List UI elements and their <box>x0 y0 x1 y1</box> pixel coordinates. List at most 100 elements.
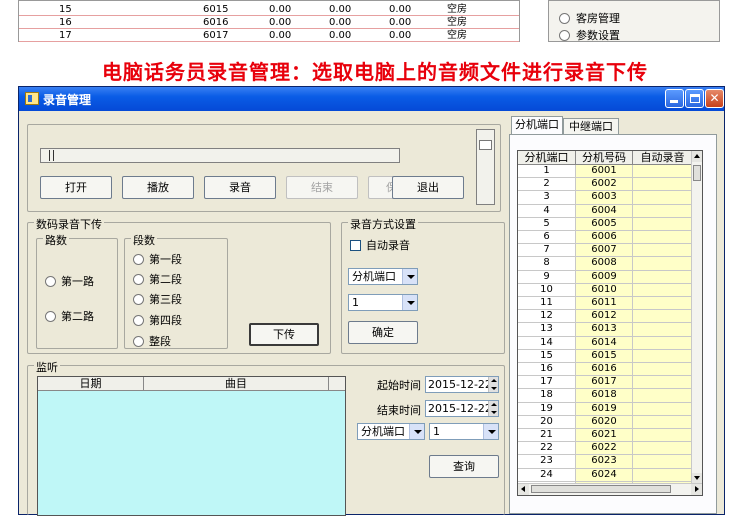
auto-record-cell[interactable] <box>633 297 693 311</box>
auto-record-cell[interactable] <box>633 178 693 192</box>
record-button[interactable]: 录音 <box>204 176 276 199</box>
auto-record-cell[interactable] <box>633 283 693 297</box>
room-management-option[interactable]: 客房管理 <box>559 10 620 26</box>
ports-table-horizontal-scrollbar[interactable] <box>518 483 702 495</box>
track-column-header[interactable]: 曲目 <box>144 377 329 390</box>
auto-record-cell[interactable] <box>633 468 693 482</box>
window-titlebar[interactable]: 录音管理 ✕ <box>19 87 724 111</box>
auto-record-cell[interactable] <box>633 244 693 258</box>
table-row[interactable]: 22 6022 <box>518 442 693 456</box>
progress-slider[interactable] <box>40 148 400 163</box>
line-1-radio[interactable] <box>45 275 56 287</box>
scroll-thumb[interactable] <box>693 165 701 181</box>
table-row[interactable]: 12 6012 <box>518 310 693 324</box>
auto-record-cell[interactable] <box>633 231 693 245</box>
open-button[interactable]: 打开 <box>40 176 112 199</box>
line-2-option[interactable]: 第二路 <box>45 308 94 324</box>
extension-ports-table[interactable]: 分机端口 分机号码 自动录音 1 6001 2 6002 3 6003 4 6004 5 6005… <box>517 150 703 496</box>
table-row[interactable]: 9 6009 <box>518 270 693 284</box>
segment-3-radio[interactable] <box>133 293 144 305</box>
date-column-header[interactable]: 日期 <box>38 377 144 390</box>
record-port-select[interactable]: 分机端口 <box>348 268 418 285</box>
tab-extension-ports[interactable]: 分机端口 <box>511 116 563 136</box>
table-row[interactable]: 13 6013 <box>518 323 693 337</box>
auto-record-column-header[interactable]: 自动录音 <box>633 151 693 164</box>
segment-1-option[interactable]: 第一段 <box>133 251 182 267</box>
auto-record-cell[interactable] <box>633 165 693 179</box>
auto-record-cell[interactable] <box>633 415 693 429</box>
spin-updown-icon[interactable] <box>488 377 498 392</box>
table-row[interactable]: 21 6021 <box>518 429 693 443</box>
monitor-list[interactable]: 日期 曲目 <box>37 376 346 516</box>
auto-record-cell[interactable] <box>633 191 693 205</box>
auto-record-cell[interactable] <box>633 363 693 377</box>
start-time-picker[interactable]: 2015-12-22 <box>425 376 499 393</box>
ports-table-vertical-scrollbar[interactable] <box>691 151 702 484</box>
volume-slider[interactable] <box>476 129 495 205</box>
segment-2-option[interactable]: 第二段 <box>133 271 182 287</box>
table-row[interactable]: 6 6006 <box>518 231 693 245</box>
segment-whole-radio[interactable] <box>133 335 144 347</box>
segment-3-option[interactable]: 第三段 <box>133 291 182 307</box>
table-row[interactable]: 10 6010 <box>518 283 693 297</box>
segment-1-radio[interactable] <box>133 253 144 265</box>
auto-record-cell[interactable] <box>633 204 693 218</box>
end-button[interactable]: 结束 <box>286 176 358 199</box>
auto-record-cell[interactable] <box>633 402 693 416</box>
auto-record-cell[interactable] <box>633 257 693 271</box>
table-row[interactable]: 16 6016 <box>518 363 693 377</box>
chevron-down-icon[interactable] <box>402 269 417 284</box>
chevron-down-icon[interactable] <box>409 424 424 439</box>
table-row[interactable]: 17 6017 <box>518 376 693 390</box>
exit-button[interactable]: 退出 <box>392 176 464 199</box>
scroll-up-icon[interactable] <box>692 151 702 162</box>
table-row[interactable]: 18 6018 <box>518 389 693 403</box>
table-row[interactable]: 23 6023 <box>518 455 693 469</box>
number-column-header[interactable]: 分机号码 <box>576 151 633 164</box>
auto-record-cell[interactable] <box>633 270 693 284</box>
auto-record-cell[interactable] <box>633 442 693 456</box>
progress-slider-thumb[interactable] <box>49 150 54 161</box>
spin-updown-icon[interactable] <box>488 401 498 416</box>
volume-slider-thumb[interactable] <box>479 140 492 150</box>
monitor-number-select[interactable]: 1 <box>429 423 499 440</box>
monitor-port-select[interactable]: 分机端口 <box>357 423 425 440</box>
auto-record-cell[interactable] <box>633 389 693 403</box>
table-row[interactable]: 19 6019 <box>518 402 693 416</box>
table-row[interactable]: 1 6001 <box>518 165 693 179</box>
scroll-right-icon[interactable] <box>691 484 702 495</box>
auto-record-cell[interactable] <box>633 310 693 324</box>
download-button[interactable]: 下传 <box>249 323 319 346</box>
line-1-option[interactable]: 第一路 <box>45 273 94 289</box>
scroll-thumb[interactable] <box>531 485 671 493</box>
minimize-button[interactable] <box>665 89 684 108</box>
segment-whole-option[interactable]: 整段 <box>133 333 171 349</box>
auto-record-cell[interactable] <box>633 336 693 350</box>
port-column-header[interactable]: 分机端口 <box>518 151 576 164</box>
table-row[interactable]: 11 6011 <box>518 297 693 311</box>
auto-record-option[interactable]: 自动录音 <box>350 237 410 253</box>
play-button[interactable]: 播放 <box>122 176 194 199</box>
table-row[interactable]: 14 6014 <box>518 336 693 350</box>
confirm-button[interactable]: 确定 <box>348 321 418 344</box>
segment-2-radio[interactable] <box>133 273 144 285</box>
table-row[interactable]: 4 6004 <box>518 204 693 218</box>
line-2-radio[interactable] <box>45 310 56 322</box>
record-number-select[interactable]: 1 <box>348 294 418 311</box>
table-row[interactable]: 8 6008 <box>518 257 693 271</box>
table-row[interactable]: 24 6024 <box>518 468 693 482</box>
auto-record-cell[interactable] <box>633 323 693 337</box>
room-management-radio[interactable] <box>559 12 570 24</box>
segment-4-option[interactable]: 第四段 <box>133 312 182 328</box>
table-row[interactable]: 3 6003 <box>518 191 693 205</box>
parameter-settings-option[interactable]: 参数设置 <box>559 27 620 43</box>
table-row[interactable]: 20 6020 <box>518 415 693 429</box>
auto-record-cell[interactable] <box>633 455 693 469</box>
table-row[interactable]: 7 6007 <box>518 244 693 258</box>
chevron-down-icon[interactable] <box>483 424 498 439</box>
table-row[interactable]: 2 6002 <box>518 178 693 192</box>
parameter-settings-radio[interactable] <box>559 29 570 41</box>
maximize-button[interactable] <box>685 89 704 108</box>
auto-record-cell[interactable] <box>633 349 693 363</box>
auto-record-cell[interactable] <box>633 217 693 231</box>
